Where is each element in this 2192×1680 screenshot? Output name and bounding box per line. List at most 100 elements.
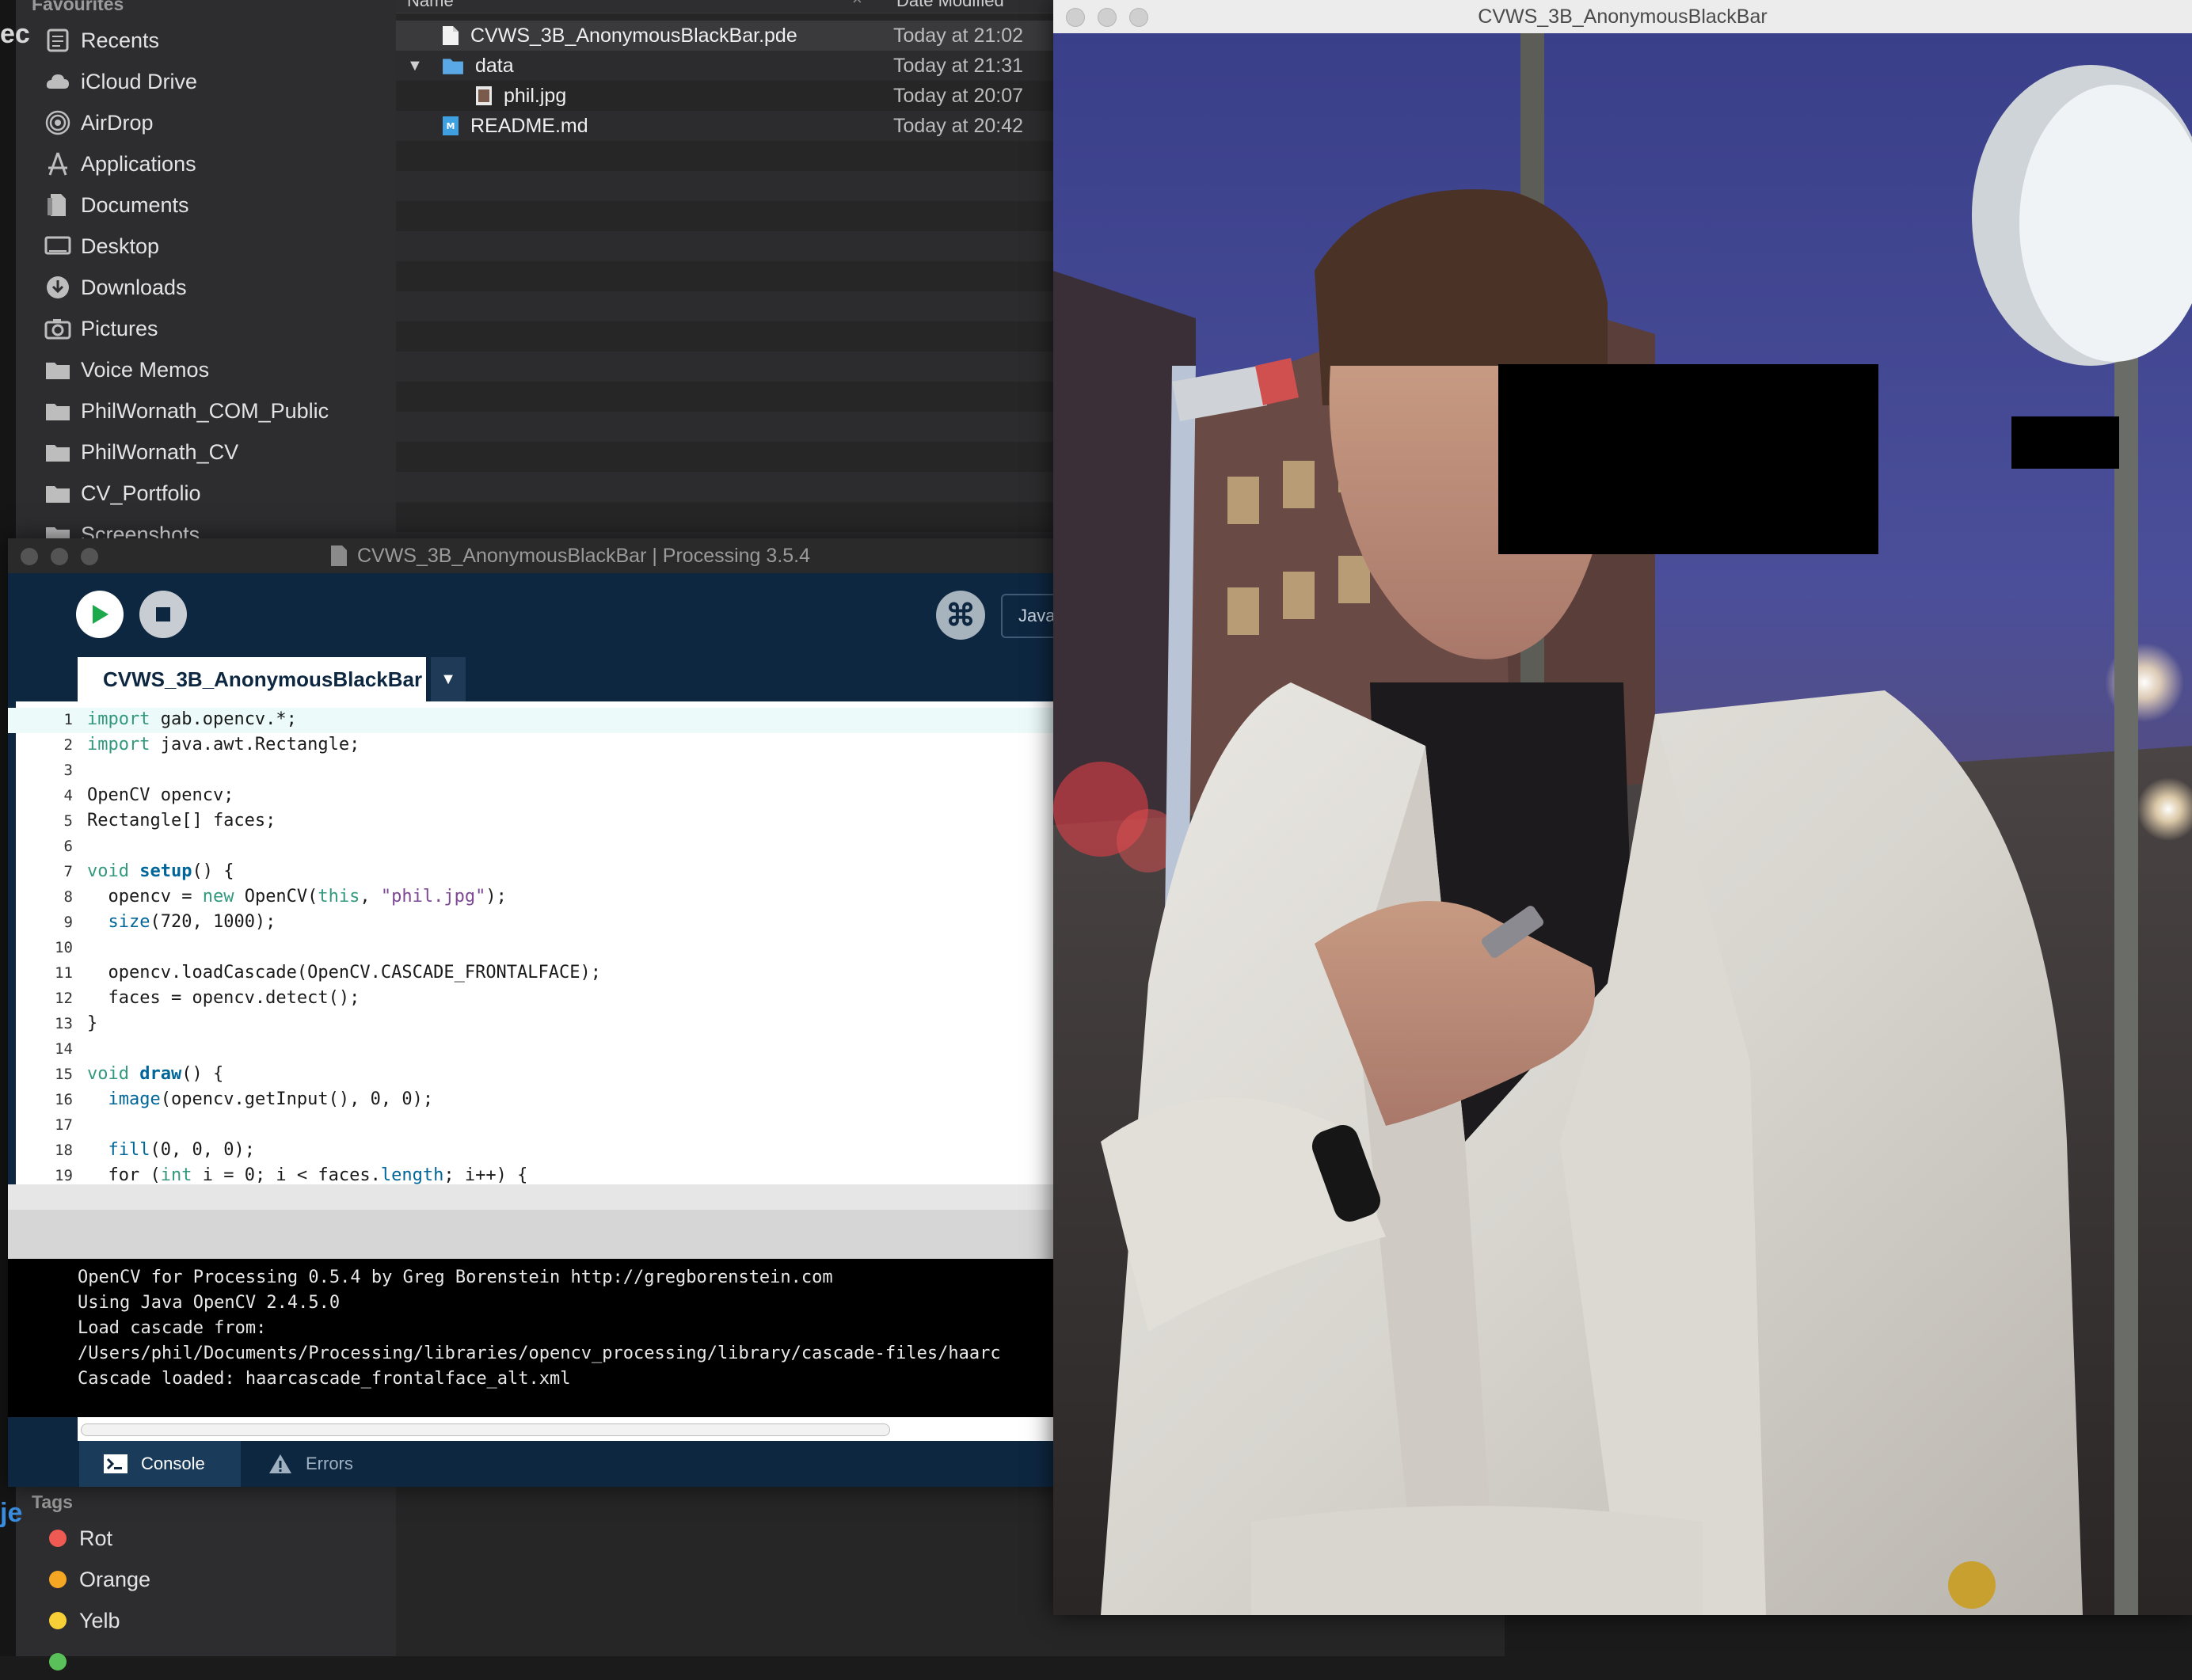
code-text: } <box>87 1013 98 1033</box>
download-icon <box>44 274 71 301</box>
line-number: 15 <box>55 1066 73 1083</box>
folder-icon <box>44 397 71 424</box>
line-number: 16 <box>55 1091 73 1108</box>
tab-menu-button[interactable]: ▼ <box>431 657 466 701</box>
desktop-icon <box>44 233 71 260</box>
code-line[interactable]: 7 void setup() { <box>8 860 1069 885</box>
code-editor[interactable]: 1 import gab.opencv.*; 2 import java.awt.Re… <box>8 701 1069 1184</box>
column-header-name[interactable]: Name <box>407 0 454 11</box>
line-number: 10 <box>55 939 73 956</box>
sketch-canvas-photo <box>1053 33 2192 1615</box>
line-number: 8 <box>63 888 73 906</box>
code-line[interactable]: 18 fill(0, 0, 0); <box>8 1138 1069 1164</box>
tag-color-dot-icon <box>49 1612 67 1629</box>
file-date: Today at 20:42 <box>893 114 1024 137</box>
anonymous-black-bar-false-positive <box>2011 416 2119 469</box>
sidebar-item-philwornath-cv[interactable]: PhilWornath_CV <box>44 434 238 470</box>
folder-icon <box>442 55 475 76</box>
sidebar-item-airdrop[interactable]: AirDrop <box>44 105 154 141</box>
code-line[interactable]: 16 image(opencv.getInput(), 0, 0); <box>8 1088 1069 1113</box>
editor-status-bar <box>8 1184 1069 1210</box>
anonymous-black-bar-face <box>1498 364 1878 554</box>
console-header: ⎘ <box>8 1210 1069 1259</box>
code-text: faces = opencv.detect(); <box>87 988 360 1008</box>
line-number: 19 <box>55 1167 73 1184</box>
console-scroll-thumb[interactable] <box>81 1423 890 1436</box>
play-icon <box>93 605 108 624</box>
tag-color-dot-icon <box>49 1653 67 1670</box>
sidebar-item-desktop[interactable]: Desktop <box>44 228 159 264</box>
markdown-icon: M <box>442 116 470 136</box>
line-number: 7 <box>63 863 73 880</box>
tags-heading: Tags <box>32 1492 73 1512</box>
line-number: 17 <box>55 1116 73 1134</box>
sidebar-item-label: Applications <box>81 151 196 176</box>
code-line[interactable]: 14 <box>8 1037 1069 1062</box>
file-name-label: README.md <box>470 114 588 137</box>
code-line[interactable]: 6 <box>8 834 1069 860</box>
code-line[interactable]: 5 Rectangle[] faces; <box>8 809 1069 834</box>
file-date: Today at 20:07 <box>893 84 1024 107</box>
sketch-output-window: CVWS_3B_AnonymousBlackBar <box>1053 0 2192 1615</box>
code-line[interactable]: 4 OpenCV opencv; <box>8 784 1069 809</box>
stop-button[interactable] <box>139 591 187 638</box>
sidebar-item-documents[interactable]: Documents <box>44 187 189 223</box>
code-line[interactable]: 9 size(720, 1000); <box>8 910 1069 936</box>
tab-errors[interactable]: Errors <box>245 1441 388 1487</box>
ide-footer: Console Errors <box>8 1441 1069 1487</box>
sidebar-item-recents[interactable]: Recents <box>44 22 159 59</box>
clock-icon <box>44 27 71 54</box>
favourites-heading: Favourites <box>32 0 124 14</box>
sidebar-item-label: Downloads <box>81 275 187 299</box>
sidebar-item-pictures[interactable]: Pictures <box>44 310 158 347</box>
cloud-icon <box>44 68 71 95</box>
sidebar-item-label: CV_Portfolio <box>81 481 201 505</box>
terminal-icon <box>104 1454 127 1473</box>
tag-color-dot-icon <box>49 1571 67 1588</box>
line-number: 3 <box>63 762 73 779</box>
code-line[interactable]: 1 import gab.opencv.*; <box>8 708 1069 733</box>
code-line[interactable]: 8 opencv = new OpenCV(this, "phil.jpg"); <box>8 885 1069 910</box>
code-line[interactable]: 19 for (int i = 0; i < faces.length; i++… <box>8 1164 1069 1184</box>
code-text: OpenCV opencv; <box>87 785 234 805</box>
sidebar-item-label: PhilWornath_CV <box>81 439 239 464</box>
sidebar-item-label: PhilWornath_COM_Public <box>81 398 329 423</box>
sidebar-item-label: Desktop <box>81 234 160 258</box>
sidebar-item-applications[interactable]: Applications <box>44 146 196 182</box>
line-number: 4 <box>63 787 73 804</box>
sidebar-item-philwornath-com-public[interactable]: PhilWornath_COM_Public <box>44 393 329 429</box>
sketch-titlebar: CVWS_3B_AnonymousBlackBar <box>1053 0 2192 34</box>
column-header-date[interactable]: Date Modified <box>896 0 1004 11</box>
tag-item[interactable]: Orange <box>49 1561 150 1598</box>
code-line[interactable]: 12 faces = opencv.detect(); <box>8 986 1069 1012</box>
sidebar-item-voice-memos[interactable]: Voice Memos <box>44 352 209 388</box>
sketch-tab[interactable]: CVWS_3B_AnonymousBlackBar <box>78 657 426 701</box>
code-line[interactable]: 11 opencv.loadCascade(OpenCV.CASCADE_FRO… <box>8 961 1069 986</box>
disclosure-triangle-icon[interactable]: ▼ <box>407 57 423 75</box>
tag-item[interactable]: Yelb <box>49 1602 120 1639</box>
tag-item[interactable]: Rot <box>49 1520 112 1556</box>
tab-console[interactable]: Console <box>79 1441 241 1487</box>
console-scrollbar[interactable] <box>78 1417 1069 1441</box>
code-line[interactable]: 15 void draw() { <box>8 1062 1069 1088</box>
line-number: 14 <box>55 1040 73 1058</box>
code-text: void draw() { <box>87 1064 224 1084</box>
warning-icon <box>269 1454 291 1473</box>
code-line[interactable]: 13} <box>8 1012 1069 1037</box>
code-line[interactable]: 2 import java.awt.Rectangle; <box>8 733 1069 758</box>
debug-button[interactable]: ⌘ <box>936 591 985 640</box>
file-name: phil.jpg <box>475 81 566 111</box>
line-number: 2 <box>63 736 73 754</box>
sketch-window-title: CVWS_3B_AnonymousBlackBar <box>1478 5 1768 28</box>
sidebar-item-cv-portfolio[interactable]: CV_Portfolio <box>44 475 201 511</box>
line-number: 18 <box>55 1142 73 1159</box>
sidebar-item-downloads[interactable]: Downloads <box>44 269 187 306</box>
file-name: data <box>442 51 514 81</box>
tag-item[interactable] <box>49 1644 79 1680</box>
sidebar-item-icloud-drive[interactable]: iCloud Drive <box>44 63 197 100</box>
code-line[interactable]: 3 <box>8 758 1069 784</box>
code-line[interactable]: 10 <box>8 936 1069 961</box>
code-line[interactable]: 17 <box>8 1113 1069 1138</box>
run-button[interactable] <box>76 591 124 638</box>
tag-label: Orange <box>79 1567 151 1591</box>
